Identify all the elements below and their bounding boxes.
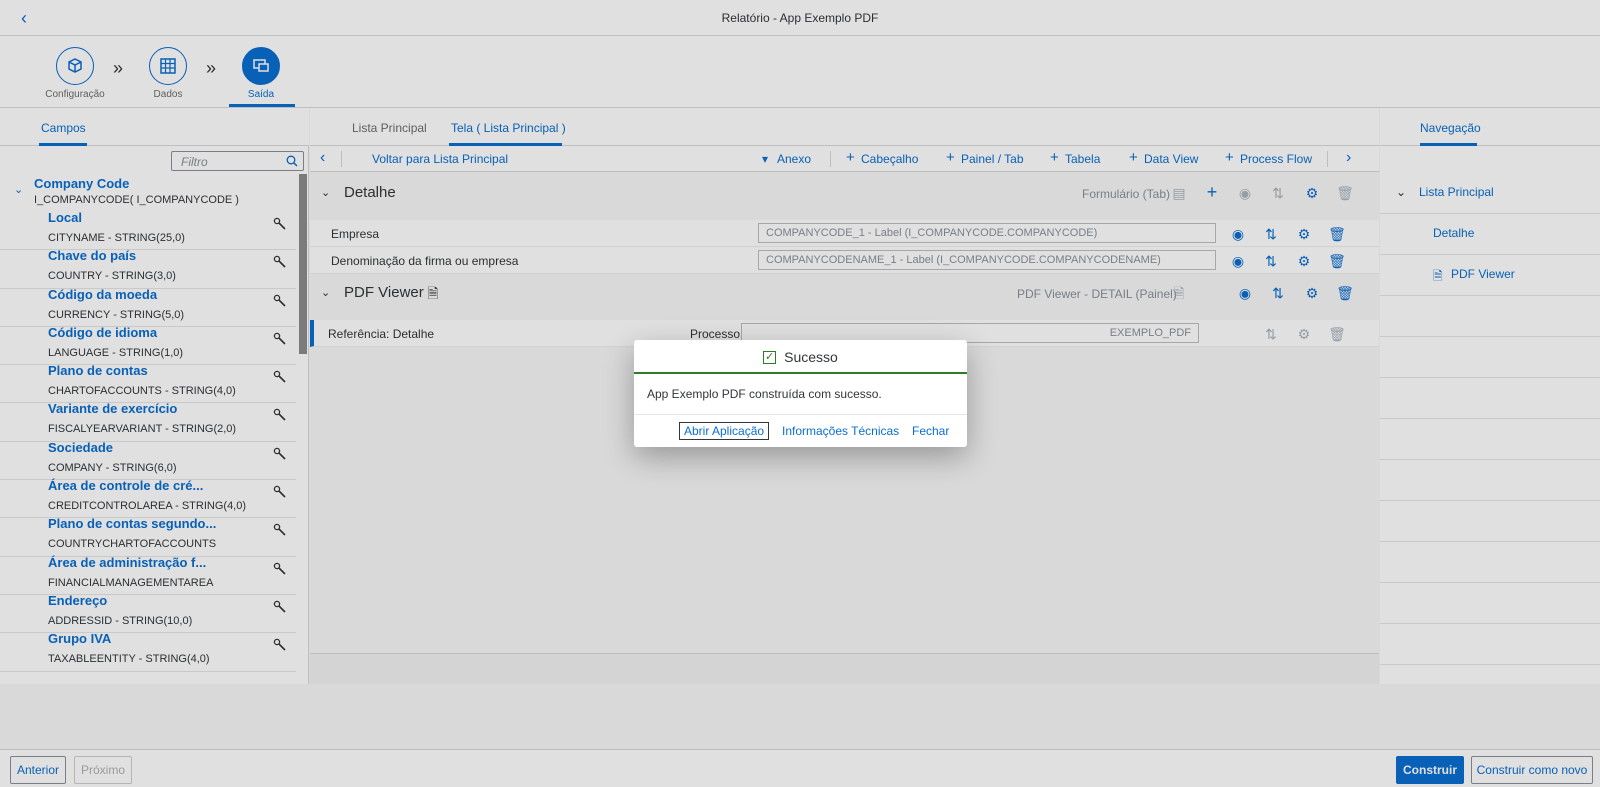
success-check-icon: ✓	[763, 350, 777, 364]
dialog-message: App Exemplo PDF construída com sucesso.	[647, 387, 882, 401]
dialog-header: ✓ Sucesso	[634, 340, 967, 374]
success-dialog: ✓ Sucesso App Exemplo PDF construída com …	[634, 340, 967, 447]
open-application-button[interactable]: Abrir Aplicação	[678, 422, 770, 440]
technical-info-button[interactable]: Informações Técnicas	[782, 424, 899, 438]
dialog-title: Sucesso	[784, 349, 838, 365]
dialog-footer: Abrir Aplicação Informações Técnicas Fec…	[634, 414, 967, 447]
close-button[interactable]: Fechar	[912, 424, 949, 438]
